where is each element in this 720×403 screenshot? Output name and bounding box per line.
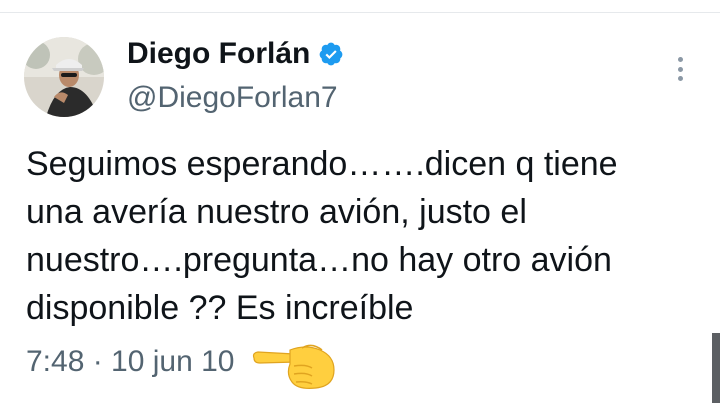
more-dot [677, 66, 683, 72]
tweet-text-line: disponible ?? Es increíble [26, 289, 414, 327]
name-row: Diego Forlán [127, 36, 344, 72]
tweet-text-line: nuestro….pregunta…no hay otro avión [26, 241, 612, 279]
tweet-text: Seguimos esperando…….dicen q tiene una a… [26, 140, 696, 332]
tweet-text-line: Seguimos esperando…….dicen q tiene [26, 145, 618, 183]
more-options-icon[interactable] [670, 55, 690, 83]
tweet-timestamp[interactable]: 7:48 · 10 jun 10 [26, 344, 235, 380]
tweet-text-line: una avería nuestro avión, justo el [26, 193, 527, 231]
more-dot [677, 76, 683, 81]
user-handle[interactable]: @DiegoForlan7 [127, 80, 338, 116]
verified-badge-icon [319, 42, 343, 66]
top-divider [0, 0, 720, 13]
avatar-photo [24, 37, 104, 117]
more-dot [677, 57, 683, 62]
display-name[interactable]: Diego Forlán [127, 36, 310, 72]
scrollbar[interactable] [712, 333, 720, 403]
backhand-index-pointing-right-emoji [252, 344, 335, 389]
avatar[interactable] [24, 37, 104, 117]
